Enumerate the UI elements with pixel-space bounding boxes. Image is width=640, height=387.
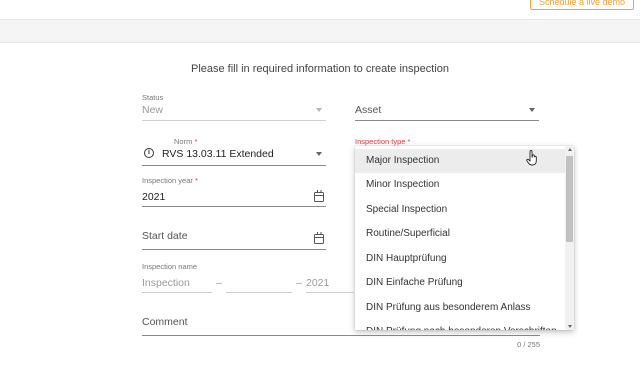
scroll-up-arrow-icon[interactable]: [568, 148, 572, 151]
inspection-year-value: 2021: [142, 191, 166, 203]
schedule-demo-button[interactable]: Schedule a live demo: [529, 0, 634, 10]
status-underline: [142, 120, 326, 121]
hand-pointer-cursor-icon: [526, 150, 537, 166]
dropdown-scrollbar[interactable]: [565, 146, 574, 330]
inspection-name-separator: –: [296, 277, 302, 289]
dropdown-option-din-pruefung-besonderen-vorschriften[interactable]: DIN Prüfung nach besonderen Vorschriften: [355, 320, 565, 330]
inspection-name-year-underline: [306, 292, 354, 293]
norm-label: Norm *: [174, 137, 198, 146]
top-bar: Schedule a live demo: [0, 0, 640, 18]
dropdown-option-special-inspection[interactable]: Special Inspection: [355, 198, 565, 222]
inspection-type-dropdown[interactable]: Major Inspection Minor Inspection Specia…: [355, 146, 574, 330]
dropdown-option-din-einfache-pruefung[interactable]: DIN Einfache Prüfung: [355, 271, 565, 295]
inspection-name-part1[interactable]: Inspection: [142, 274, 212, 293]
inspection-name-prefix: Inspection: [142, 277, 190, 289]
dropdown-option-din-pruefung-besonderem-anlass[interactable]: DIN Prüfung aus besonderem Anlass: [355, 296, 565, 320]
inspection-name-year[interactable]: 2021: [306, 274, 354, 293]
norm-value: RVS 13.03.11 Extended: [162, 148, 274, 160]
inspection-name-separator: –: [216, 277, 222, 289]
inspection-name-part2[interactable]: [226, 274, 292, 293]
asset-select[interactable]: Asset: [355, 93, 539, 121]
chevron-down-icon: [316, 108, 322, 112]
start-date-underline: [142, 249, 326, 250]
calendar-icon[interactable]: [314, 190, 324, 202]
scroll-down-arrow-icon[interactable]: [568, 325, 572, 328]
inspection-year-label: Inspection year *: [142, 176, 198, 185]
comment-underline: [142, 335, 540, 336]
chevron-down-icon: [529, 108, 535, 112]
norm-underline: [142, 165, 326, 166]
dropdown-option-din-hauptpruefung[interactable]: DIN Hauptprüfung: [355, 247, 565, 271]
norm-select[interactable]: Norm * i RVS 13.03.11 Extended: [142, 136, 326, 166]
status-value: New: [142, 104, 164, 116]
asset-placeholder: Asset: [355, 104, 382, 116]
form-intro-text: Please fill in required information to c…: [190, 63, 450, 75]
comment-placeholder: Comment: [142, 316, 188, 328]
inspection-year-underline: [142, 206, 326, 207]
comment-char-counter: 0 / 255: [517, 340, 540, 349]
inspection-name-part1-underline: [142, 292, 212, 293]
dropdown-option-routine-superficial[interactable]: Routine/Superficial: [355, 222, 565, 246]
start-date-placeholder: Start date: [142, 230, 188, 242]
chevron-down-icon: [316, 152, 322, 156]
inspection-year-field[interactable]: Inspection year * 2021: [142, 176, 326, 207]
status-field[interactable]: Status New: [142, 93, 326, 121]
status-label: Status: [142, 93, 164, 102]
inspection-name-label: Inspection name: [142, 262, 198, 271]
info-icon[interactable]: i: [144, 148, 154, 158]
calendar-icon[interactable]: [314, 232, 324, 244]
inspection-type-label: Inspection type *: [355, 137, 411, 146]
dropdown-option-minor-inspection[interactable]: Minor Inspection: [355, 173, 565, 197]
asset-underline: [355, 120, 539, 121]
inspection-name-part2-underline: [226, 292, 292, 293]
scrollbar-thumb[interactable]: [566, 156, 573, 242]
start-date-field[interactable]: Start date: [142, 228, 326, 250]
inspection-name-year-value: 2021: [306, 277, 330, 289]
header-band: [0, 19, 640, 43]
